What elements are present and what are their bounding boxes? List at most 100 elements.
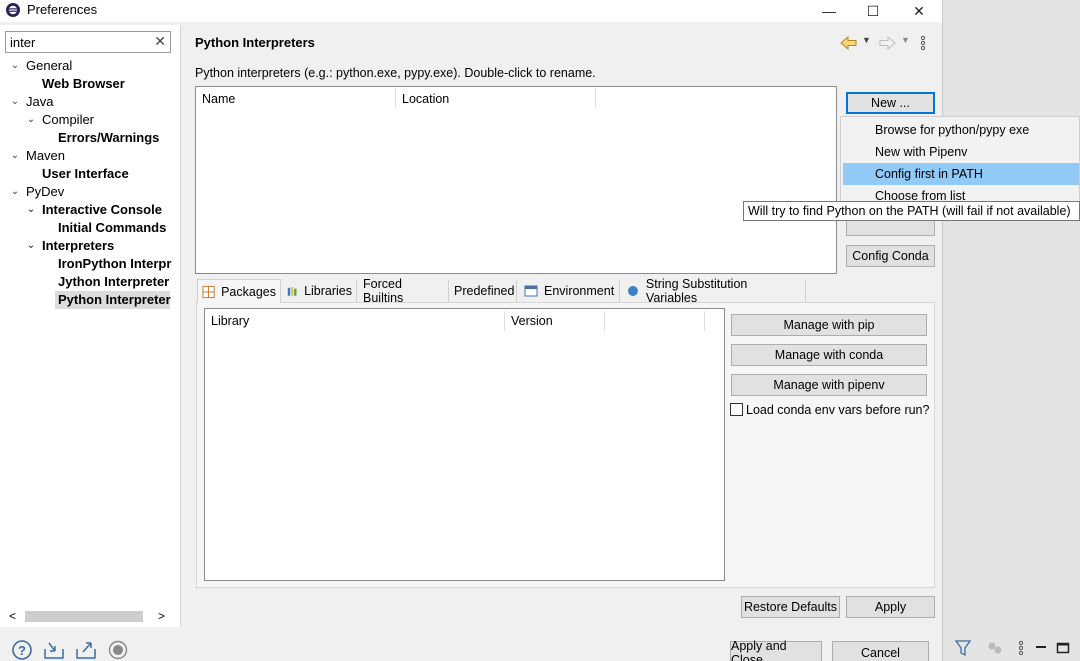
tab-label: Forced Builtins bbox=[363, 277, 404, 305]
environment-icon bbox=[524, 285, 538, 297]
chevron-down-icon[interactable]: ⌄ bbox=[10, 57, 20, 75]
restore-defaults-button[interactable]: Restore Defaults bbox=[741, 596, 840, 618]
packages-icon bbox=[202, 285, 215, 298]
maximize-view-icon[interactable] bbox=[1055, 639, 1071, 657]
tab-label: Predefined bbox=[454, 284, 515, 298]
tree-item-label: General bbox=[26, 58, 73, 73]
chevron-down-icon[interactable]: ⌄ bbox=[26, 237, 36, 255]
tab-label: String Substitution Variables bbox=[645, 277, 748, 305]
column-header-version[interactable]: Version bbox=[505, 311, 605, 331]
forward-dropdown-icon[interactable]: ▼ bbox=[901, 35, 910, 45]
column-header-name[interactable]: Name bbox=[196, 89, 396, 109]
tree-item-label: Maven bbox=[26, 148, 66, 163]
tree-item-jython-interpreter[interactable]: Jython Interpreter bbox=[58, 273, 169, 291]
tree-item-pydev[interactable]: ⌄ PyDev bbox=[10, 183, 65, 201]
tree-item-python-interpreter[interactable]: Python Interpreter bbox=[55, 291, 171, 309]
menu-item-browse-exe[interactable]: Browse for python/pypy exe bbox=[843, 119, 1079, 141]
chevron-down-icon[interactable]: ⌄ bbox=[10, 93, 20, 111]
tree-item-interpreters[interactable]: ⌄ Interpreters bbox=[26, 237, 114, 255]
import-icon[interactable] bbox=[43, 640, 65, 660]
tab-string-substitution-variables[interactable]: String Substitution Variables bbox=[622, 277, 806, 305]
column-header-empty[interactable] bbox=[605, 311, 705, 331]
load-conda-env-label[interactable]: Load conda env vars before run? bbox=[746, 403, 929, 417]
packages-table[interactable]: Library Version bbox=[204, 308, 725, 581]
forward-arrow-icon[interactable] bbox=[878, 36, 896, 50]
page-title: Python Interpreters bbox=[195, 35, 315, 50]
new-interpreter-button[interactable]: New ... bbox=[846, 92, 935, 114]
menu-item-choose-from-list[interactable]: Choose from list bbox=[843, 185, 1079, 201]
chevron-down-icon[interactable]: ⌄ bbox=[10, 147, 20, 165]
tab-forced-builtins[interactable]: Forced Builtins bbox=[359, 277, 449, 305]
tab-label: Libraries bbox=[304, 284, 352, 298]
back-dropdown-icon[interactable]: ▼ bbox=[862, 35, 871, 45]
tree-item-errors-warnings[interactable]: Errors/Warnings bbox=[58, 129, 159, 147]
menu-item-new-with-pipenv[interactable]: New with Pipenv bbox=[843, 141, 1079, 163]
interpreters-description: Python interpreters (e.g.: python.exe, p… bbox=[195, 66, 596, 80]
tree-item-label: Interpreters bbox=[42, 238, 115, 253]
link-icon[interactable] bbox=[987, 639, 1003, 657]
tab-libraries[interactable]: Libraries bbox=[283, 280, 357, 302]
apply-button[interactable]: Apply bbox=[846, 596, 935, 618]
clear-filter-icon[interactable]: ✕ bbox=[154, 33, 166, 50]
window-title: Preferences bbox=[27, 2, 98, 17]
load-conda-env-checkbox[interactable] bbox=[730, 403, 743, 416]
scroll-right-icon[interactable]: > bbox=[158, 609, 165, 623]
minimize-view-icon[interactable] bbox=[1033, 639, 1049, 657]
title-bar: Preferences — ☐ ✕ bbox=[0, 0, 942, 22]
record-icon[interactable] bbox=[107, 640, 129, 660]
filter-input-value: inter bbox=[10, 35, 36, 50]
libraries-icon bbox=[287, 287, 297, 296]
tree-item-label: Interactive Console bbox=[42, 202, 162, 217]
close-button[interactable]: ✕ bbox=[896, 0, 942, 22]
menu-tooltip: Will try to find Python on the PATH (wil… bbox=[743, 201, 1080, 221]
config-conda-button[interactable]: Config Conda bbox=[846, 245, 935, 267]
variables-icon bbox=[627, 286, 638, 296]
tree-item-ironpython-interpreter[interactable]: IronPython Interpre bbox=[58, 255, 172, 273]
svg-text:?: ? bbox=[18, 643, 26, 658]
tree-item-web-browser[interactable]: Web Browser bbox=[42, 75, 125, 93]
menu-item-config-first-in-path[interactable]: Config first in PATH bbox=[843, 163, 1079, 185]
column-header-location[interactable]: Location bbox=[396, 89, 596, 109]
tab-label: Environment bbox=[544, 284, 615, 298]
interpreters-table[interactable]: Name Location bbox=[195, 86, 837, 274]
preferences-window: Preferences — ☐ ✕ inter ✕ ⌄ General Web … bbox=[0, 0, 942, 661]
tab-label: Packages bbox=[221, 284, 276, 299]
scroll-left-icon[interactable]: < bbox=[9, 609, 16, 623]
tab-environment[interactable]: Environment bbox=[520, 280, 620, 302]
chevron-down-icon[interactable]: ⌄ bbox=[10, 183, 20, 201]
tree-item-maven[interactable]: ⌄ Maven bbox=[10, 147, 65, 165]
tree-item-general[interactable]: ⌄ General bbox=[10, 57, 72, 75]
cancel-button[interactable]: Cancel bbox=[832, 641, 929, 661]
filter-icon[interactable] bbox=[955, 639, 971, 657]
tree-item-user-interface[interactable]: User Interface bbox=[42, 165, 129, 183]
tree-item-interactive-console[interactable]: ⌄ Interactive Console bbox=[26, 201, 162, 219]
tree-item-label: Java bbox=[26, 94, 54, 109]
view-menu-icon[interactable] bbox=[920, 35, 926, 51]
back-arrow-icon[interactable] bbox=[840, 36, 858, 50]
scrollbar-thumb[interactable] bbox=[25, 611, 143, 622]
column-header-library[interactable]: Library bbox=[205, 311, 505, 331]
export-icon[interactable] bbox=[75, 640, 97, 660]
manage-with-conda-button[interactable]: Manage with conda bbox=[731, 344, 927, 366]
tree-item-initial-commands[interactable]: Initial Commands bbox=[58, 219, 166, 237]
filter-input[interactable]: inter ✕ bbox=[5, 31, 171, 53]
background-workbench bbox=[942, 0, 1080, 661]
eclipse-logo-icon bbox=[6, 3, 20, 17]
tree-item-label: Compiler bbox=[42, 112, 95, 127]
maximize-button[interactable]: ☐ bbox=[850, 0, 896, 22]
new-interpreter-menu: Browse for python/pypy exe New with Pipe… bbox=[840, 116, 1080, 202]
apply-and-close-button[interactable]: Apply and Close bbox=[730, 639, 822, 661]
help-icon[interactable]: ? bbox=[11, 640, 33, 660]
tree-horizontal-scrollbar[interactable]: < > bbox=[5, 608, 171, 625]
chevron-down-icon[interactable]: ⌄ bbox=[26, 201, 36, 219]
manage-with-pip-button[interactable]: Manage with pip bbox=[731, 314, 927, 336]
tab-packages[interactable]: Packages bbox=[197, 279, 281, 303]
tree-item-label: PyDev bbox=[26, 184, 65, 199]
view-menu-icon[interactable] bbox=[1013, 639, 1029, 657]
chevron-down-icon[interactable]: ⌄ bbox=[26, 111, 36, 129]
tree-item-compiler[interactable]: ⌄ Compiler bbox=[26, 111, 94, 129]
manage-with-pipenv-button[interactable]: Manage with pipenv bbox=[731, 374, 927, 396]
minimize-button[interactable]: — bbox=[806, 0, 852, 22]
tab-predefined[interactable]: Predefined bbox=[450, 280, 517, 302]
tree-item-java[interactable]: ⌄ Java bbox=[10, 93, 54, 111]
